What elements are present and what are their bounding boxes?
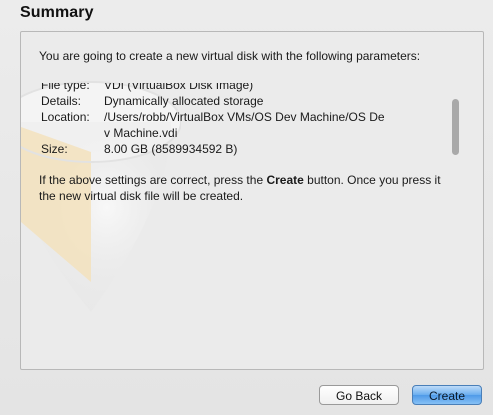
parameter-key: Details: [41,94,82,108]
parameter-row: Details: Dynamically allocated storage [39,93,449,109]
summary-panel: You are going to create a new virtual di… [20,31,484,370]
parameter-key: Size: [41,142,68,156]
page-title: Summary [20,4,94,21]
go-back-button[interactable]: Go Back [319,385,399,405]
parameter-value: Dynamically allocated storage [104,94,264,108]
parameter-row: File type: VDI (VirtualBox Disk Image) [39,83,449,93]
parameter-key: File type: [41,83,90,92]
parameters-list: File type: VDI (VirtualBox Disk Image) Det… [39,83,449,157]
intro-text: You are going to create a new virtual di… [39,49,421,63]
summary-wizard: Summary You are going to create a new vi… [0,0,493,415]
outro-text: If the above settings are correct, press… [39,172,459,204]
parameters-view[interactable]: File type: VDI (VirtualBox Disk Image) Det… [39,83,465,165]
parameter-key: Location: [41,110,90,124]
outro-text-part1: If the above settings are correct, press… [39,173,267,187]
create-button[interactable]: Create [412,385,482,405]
scrollbar-thumb[interactable] [452,99,459,155]
parameters-scrollbar[interactable] [450,96,461,160]
parameter-row: Size: 8.00 GB (8589934592 B) [39,141,449,157]
parameter-value: v Machine.vdi [104,126,178,140]
outro-text-bold: Create [266,173,304,187]
parameter-value: VDI (VirtualBox Disk Image) [104,83,254,92]
parameter-row: Location: /Users/robb/VirtualBox VMs/OS D… [39,109,449,125]
parameter-value: 8.00 GB (8589934592 B) [104,142,238,156]
parameter-row: v Machine.vdi [39,125,449,141]
parameter-value: /Users/robb/VirtualBox VMs/OS Dev Machin… [104,110,385,124]
parameter-key [39,125,103,141]
